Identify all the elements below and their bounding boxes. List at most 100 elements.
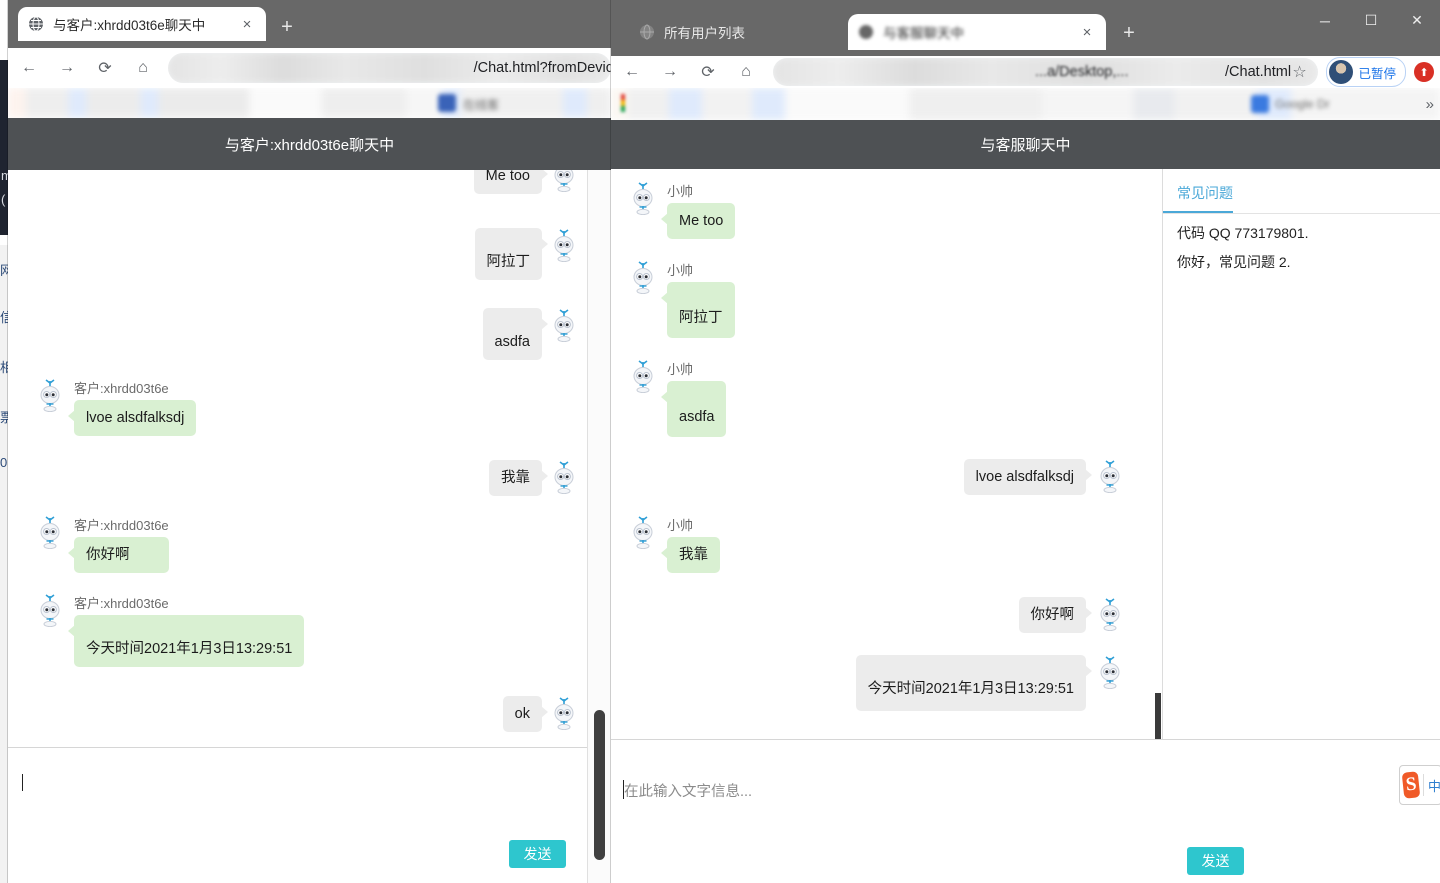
left-chat-body: Me too 阿拉丁 asdfa 客户:xhrdd03t6e lvoe alsd… xyxy=(8,170,611,883)
desktop-root: m ( 网 信 相 票 0 与客户:xhrdd03t6e聊天中 × + ← → … xyxy=(0,0,1440,883)
left-app-header: 与客户:xhrdd03t6e聊天中 xyxy=(8,118,611,170)
message-bubble: ok xyxy=(502,696,549,732)
avatar xyxy=(550,696,578,731)
message-row: asdfa xyxy=(482,308,578,360)
left-tabstrip: 与客户:xhrdd03t6e聊天中 × + xyxy=(8,0,611,48)
close-icon[interactable]: × xyxy=(1078,23,1096,41)
message-row: 客户:xhrdd03t6e 今天时间2021年1月3日13:29:51 xyxy=(36,593,305,667)
avatar xyxy=(1329,60,1354,84)
bookmark-star-icon[interactable]: ☆ xyxy=(1284,58,1314,86)
faq-item[interactable]: 你好，常见问题 2. xyxy=(1163,243,1440,272)
message-nickname: 小帅 xyxy=(667,184,694,199)
avatar xyxy=(629,359,657,394)
left-new-tab-button[interactable]: + xyxy=(274,14,300,40)
right-tab-user-list-title: 所有用户列表 xyxy=(664,26,745,41)
left-tab-chat[interactable]: 与客户:xhrdd03t6e聊天中 × xyxy=(18,7,266,41)
right-tab-chat-title: 与客服聊天中 xyxy=(883,26,964,41)
background-window-dark-text-1: ( xyxy=(1,192,6,207)
right-browser-window[interactable]: 所有用户列表 与客服聊天中 × + ─ ☐ ✕ ← → ⟳ ⌂ ...a/Des… xyxy=(611,0,1440,883)
message-bubble: Me too xyxy=(473,170,549,194)
message-bubble: asdfa xyxy=(482,308,549,360)
message-row: 今天时间2021年1月3日13:29:51 xyxy=(855,655,1124,711)
close-icon[interactable]: ✕ xyxy=(1394,0,1440,41)
right-app-header-title: 与客服聊天中 xyxy=(980,137,1071,154)
home-icon[interactable]: ⌂ xyxy=(729,55,763,89)
forward-icon[interactable]: → xyxy=(50,51,84,85)
avatar xyxy=(1096,459,1124,494)
avatar xyxy=(550,228,578,263)
right-composer-placeholder: 在此输入文字信息... xyxy=(624,784,753,800)
right-new-tab-button[interactable]: + xyxy=(1116,20,1142,46)
message-nickname: 小帅 xyxy=(667,518,694,533)
avatar xyxy=(36,593,64,628)
left-bookmarks-bar[interactable]: 在线客 xyxy=(8,88,611,118)
message-row: 小帅 asdfa xyxy=(629,359,727,437)
chevron-overflow-icon[interactable]: » xyxy=(1426,96,1434,113)
forward-icon[interactable]: → xyxy=(653,55,687,89)
right-message-scrollbar[interactable] xyxy=(1154,169,1162,775)
right-address-bar[interactable]: ...a/Desktop,... /Chat.html ☆ xyxy=(773,58,1319,86)
sogou-ime-bar[interactable]: S 中 xyxy=(1399,765,1440,805)
message-nickname: 小帅 xyxy=(667,362,694,377)
sogou-logo-icon: S xyxy=(1401,771,1421,799)
home-icon[interactable]: ⌂ xyxy=(126,51,160,85)
message-bubble: 我靠 xyxy=(489,460,548,496)
background-window-char-4: 0 xyxy=(0,455,8,470)
message-row: 小帅 阿拉丁 xyxy=(629,260,735,338)
left-page-scroll-thumb[interactable] xyxy=(594,710,605,860)
faq-panel: 常见问题 代码 QQ 773179801. 你好，常见问题 2. xyxy=(1162,169,1440,740)
message-bubble: 你好啊 xyxy=(68,537,169,573)
close-icon[interactable]: × xyxy=(238,15,256,33)
left-address-bar[interactable]: /Chat.html?fromDevic xyxy=(168,53,611,83)
avatar xyxy=(629,181,657,216)
message-bubble: 我靠 xyxy=(661,537,720,573)
right-message-pane[interactable]: 小帅 Me too 小帅 阿拉丁 小帅 asdfa lvoe alsdfalks… xyxy=(611,169,1160,740)
back-icon[interactable]: ← xyxy=(12,51,46,85)
left-composer[interactable]: 发送 xyxy=(8,747,588,883)
right-composer[interactable]: 在此输入文字信息... 发送 xyxy=(611,739,1440,883)
avatar xyxy=(1096,597,1124,632)
message-bubble: Me too xyxy=(660,203,736,239)
right-bookmarks-bar[interactable]: Google Dr » xyxy=(611,88,1440,120)
bookmark-favicon-blurred xyxy=(621,94,625,112)
bookmark-favicon-blurred xyxy=(438,94,456,112)
right-send-button[interactable]: 发送 xyxy=(1187,847,1244,875)
message-bubble: asdfa xyxy=(660,381,727,437)
left-composer-caret xyxy=(22,774,23,791)
left-toolbar: ← → ⟳ ⌂ /Chat.html?fromDevic xyxy=(8,48,611,88)
back-icon[interactable]: ← xyxy=(615,55,649,89)
profile-paused-pill[interactable]: 已暂停 xyxy=(1326,57,1406,87)
message-bubble: 阿拉丁 xyxy=(474,228,548,280)
faq-item[interactable]: 代码 QQ 773179801. xyxy=(1163,214,1440,243)
reload-icon[interactable]: ⟳ xyxy=(88,51,122,85)
globe-icon xyxy=(28,16,44,32)
message-row: 你好啊 xyxy=(1018,597,1125,633)
message-row: 我靠 xyxy=(489,460,578,496)
left-browser-window[interactable]: 与客户:xhrdd03t6e聊天中 × + ← → ⟳ ⌂ /Chat.html… xyxy=(8,0,611,883)
right-tab-chat[interactable]: 与客服聊天中 × xyxy=(848,14,1106,50)
left-page-scrollbar[interactable] xyxy=(587,170,611,883)
left-send-button[interactable]: 发送 xyxy=(509,840,566,868)
left-app-header-title: 与客户:xhrdd03t6e聊天中 xyxy=(224,136,395,154)
avatar xyxy=(36,515,64,550)
message-row: 小帅 Me too xyxy=(629,181,736,239)
right-window-controls: ─ ☐ ✕ xyxy=(1302,0,1440,41)
minimize-icon[interactable]: ─ xyxy=(1302,0,1348,41)
avatar xyxy=(36,378,64,413)
message-bubble: lvoe alsdfalksdj xyxy=(963,459,1093,495)
globe-icon xyxy=(639,24,655,40)
reload-icon[interactable]: ⟳ xyxy=(691,55,725,89)
update-badge-icon[interactable]: ⬆ xyxy=(1414,62,1434,82)
message-bubble: 阿拉丁 xyxy=(661,282,735,338)
maximize-icon[interactable]: ☐ xyxy=(1348,0,1394,41)
right-tab-user-list[interactable]: 所有用户列表 xyxy=(629,16,755,48)
ime-mode-label[interactable]: 中 xyxy=(1428,776,1440,795)
message-bubble: 你好啊 xyxy=(1018,597,1092,633)
ime-divider xyxy=(1423,774,1424,796)
google-favicon-blurred xyxy=(1251,95,1269,113)
avatar xyxy=(550,308,578,343)
avatar xyxy=(629,260,657,295)
message-row: 客户:xhrdd03t6e 你好啊 xyxy=(36,515,169,573)
tab-faq[interactable]: 常见问题 xyxy=(1163,169,1233,213)
avatar xyxy=(550,170,578,193)
